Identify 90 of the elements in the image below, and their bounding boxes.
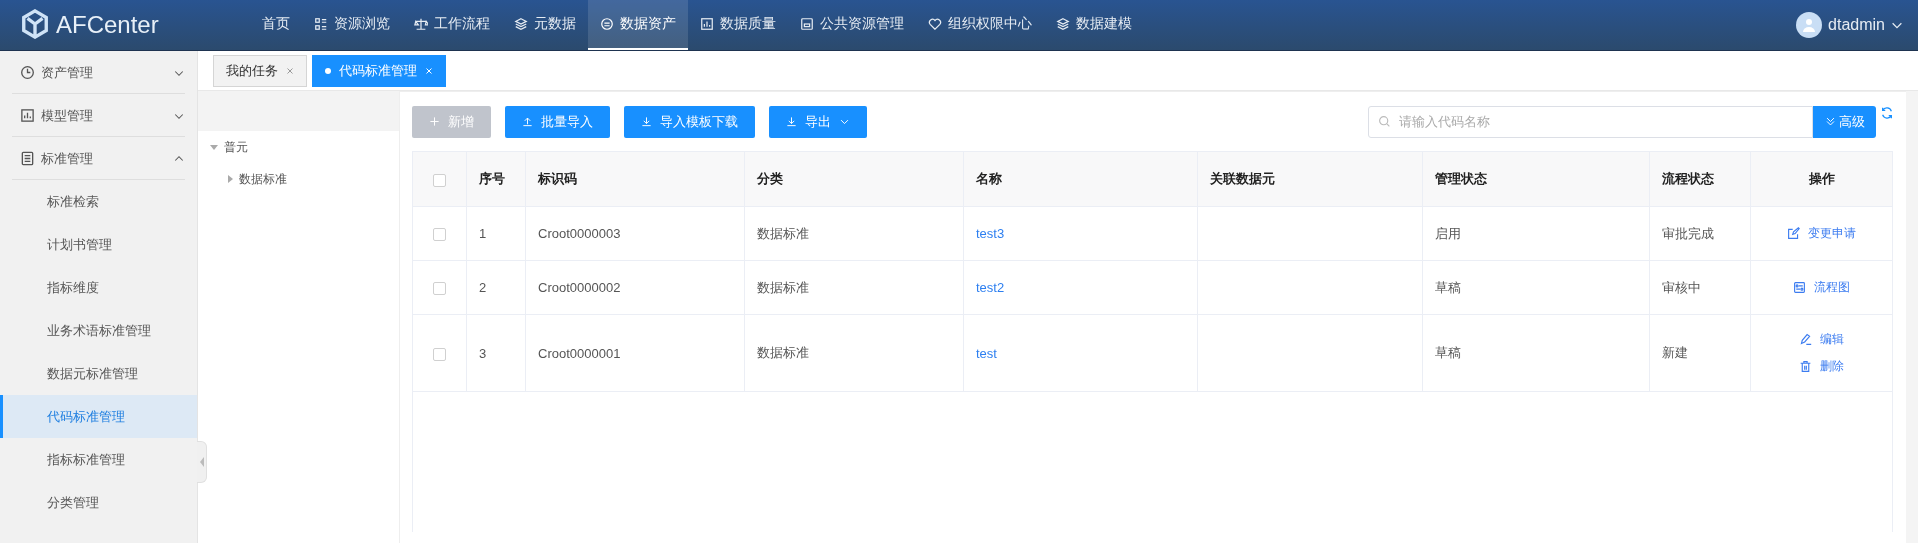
- layers-icon: [514, 17, 528, 31]
- table-cell: 2: [479, 280, 487, 295]
- table-cell: 启用: [1435, 225, 1461, 241]
- trash-icon: [1799, 360, 1812, 373]
- table-cell: 1: [479, 226, 487, 241]
- table-cell: 数据标准: [757, 279, 809, 295]
- cube-logo-icon: [20, 8, 50, 39]
- download-icon: [786, 116, 797, 127]
- nav-item[interactable]: 组织权限中心: [916, 0, 1044, 50]
- sidebar-item[interactable]: 指标维度: [0, 266, 197, 309]
- table-cell: 草稿: [1435, 345, 1461, 360]
- layers-icon: [1056, 17, 1070, 31]
- nav-item[interactable]: 公共资源管理: [788, 0, 916, 50]
- column-header: 序号: [479, 171, 505, 186]
- save-icon: [800, 17, 814, 31]
- bar-chart-icon: [20, 108, 35, 123]
- bar-chart-icon: [700, 17, 714, 31]
- caret-down-icon[interactable]: [210, 144, 218, 150]
- table-cell: Croot0000002: [538, 280, 621, 295]
- table-cell: 草稿: [1435, 279, 1461, 295]
- search-field[interactable]: 请输入代码名称: [1368, 105, 1813, 138]
- table-cell: 3: [479, 345, 487, 361]
- table-cell: 数据标准: [757, 345, 809, 360]
- person-silhouette-icon: [1801, 17, 1818, 33]
- sidebar-item[interactable]: 指标标准管理: [0, 438, 197, 481]
- sidebar-item[interactable]: 分类管理: [0, 481, 197, 524]
- column-header: 名称: [976, 171, 1002, 186]
- column-header: 操作: [1808, 171, 1835, 186]
- download-icon: [641, 116, 652, 127]
- tab[interactable]: 我的任务: [213, 54, 307, 87]
- plus-icon: [429, 116, 440, 127]
- column-header: 分类: [757, 171, 783, 186]
- sidebar-item[interactable]: 业务术语标准管理: [0, 309, 197, 352]
- upload-icon: [522, 116, 533, 127]
- select-all-checkbox[interactable]: [433, 173, 446, 187]
- dot-icon: [325, 67, 331, 74]
- nav-item[interactable]: 数据资产: [588, 0, 688, 50]
- nav-item[interactable]: 资源浏览: [302, 0, 402, 50]
- refresh-icon: [1880, 105, 1894, 120]
- chat-circle-icon: [600, 17, 614, 31]
- collapse-handle[interactable]: [197, 441, 207, 483]
- sidebar-group-item[interactable]: 资产管理: [0, 51, 197, 94]
- column-header: 关联数据元: [1210, 171, 1275, 186]
- table-cell: Croot0000001: [538, 345, 621, 361]
- sidebar-group-item[interactable]: 标准管理: [0, 137, 197, 180]
- pencil-icon: [1799, 333, 1812, 346]
- double-chevron-down-icon: [1824, 116, 1836, 127]
- action-link[interactable]: 编辑: [1799, 331, 1844, 348]
- sidebar-item[interactable]: 标准检索: [0, 180, 197, 223]
- action-link[interactable]: 变更申请: [1787, 225, 1856, 242]
- nav-item[interactable]: 工作流程: [402, 0, 502, 50]
- row-checkbox[interactable]: [433, 228, 446, 242]
- flowchart-icon: [1793, 281, 1806, 294]
- close-icon: [286, 66, 294, 75]
- nav-item[interactable]: 数据质量: [688, 0, 788, 50]
- user-menu-button[interactable]: dtadmin: [1828, 16, 1904, 34]
- close-icon: [425, 66, 433, 75]
- column-header: 流程状态: [1662, 171, 1714, 186]
- table-cell: 审核中: [1662, 279, 1701, 295]
- name-link[interactable]: test2: [976, 280, 1005, 295]
- balance-scale-icon: [414, 17, 428, 31]
- clock-icon: [20, 65, 35, 80]
- search-icon: [1378, 114, 1391, 128]
- action-link[interactable]: 流程图: [1793, 279, 1850, 296]
- action-link[interactable]: 删除: [1799, 358, 1844, 375]
- column-header: 管理状态: [1435, 171, 1487, 186]
- edit-document-icon: [1787, 227, 1800, 240]
- list-icon: [314, 17, 328, 31]
- table-cell: 新建: [1662, 345, 1688, 360]
- caret-icon: [199, 457, 204, 467]
- nav-item[interactable]: 元数据: [502, 0, 588, 50]
- tree-node[interactable]: 普元: [224, 138, 248, 156]
- sidebar-item[interactable]: 数据元标准管理: [0, 352, 197, 395]
- table-cell: 审批完成: [1662, 225, 1714, 241]
- heart-icon: [928, 17, 942, 31]
- tree-node[interactable]: 数据标准: [239, 170, 287, 188]
- row-checkbox[interactable]: [433, 282, 446, 296]
- nav-item[interactable]: 数据建模: [1044, 0, 1144, 50]
- caret-right-icon[interactable]: [228, 175, 233, 183]
- nav-item[interactable]: 首页: [250, 0, 302, 50]
- sidebar-group-item[interactable]: 模型管理: [0, 94, 197, 137]
- app-logo-text: AFCenter: [56, 11, 159, 39]
- table-cell: 数据标准: [757, 225, 809, 241]
- name-link[interactable]: test3: [976, 226, 1005, 241]
- name-link[interactable]: test: [976, 345, 997, 361]
- table-cell: Croot0000003: [538, 226, 621, 241]
- row-checkbox[interactable]: [433, 347, 446, 361]
- column-header: 标识码: [538, 171, 577, 186]
- sidebar-item[interactable]: 计划书管理: [0, 223, 197, 266]
- document-icon: [20, 151, 35, 166]
